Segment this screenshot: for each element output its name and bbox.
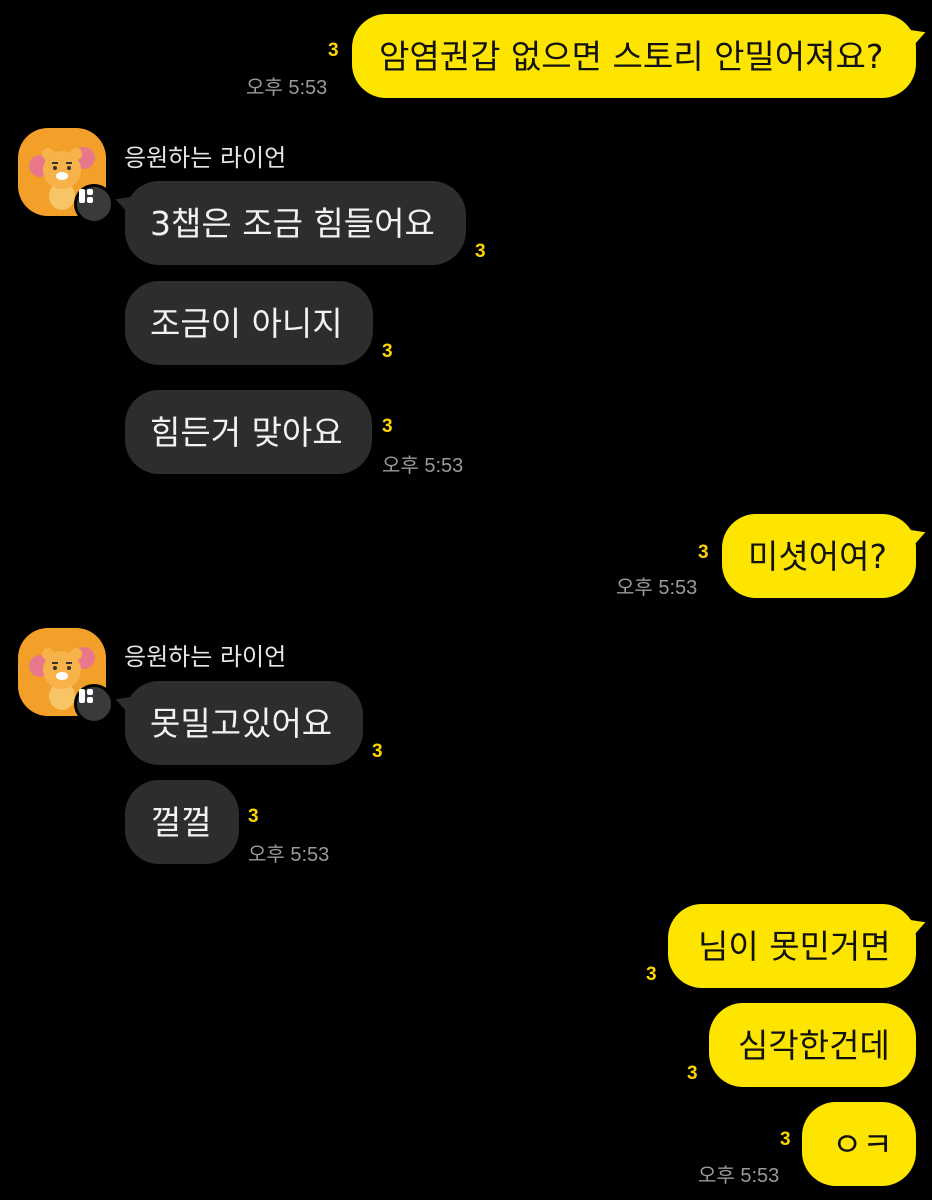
message-text: 힘든거 맞아요 [150,412,343,452]
their-message-bubble[interactable]: 못밀고있어요 [125,681,363,765]
unread-count: 3 [382,341,393,362]
message-text: 못밀고있어요 [150,703,333,743]
message-time: 오후 5:53 [248,844,330,866]
unread-count: 3 [328,40,339,61]
message-time: 오후 5:53 [698,1165,780,1187]
sender-avatar[interactable] [18,128,114,224]
unread-count: 3 [382,416,393,437]
their-message-bubble[interactable]: 조금이 아니지 [125,281,373,365]
message-text: 미셧어여? [748,536,887,576]
unread-count: 3 [646,964,657,985]
chat-badge-icon [74,684,114,724]
message-text: 님이 못민거면 [698,926,891,966]
message-text: 심각한건데 [738,1025,890,1065]
message-time: 오후 5:53 [382,455,464,477]
their-message-bubble[interactable]: 3챕은 조금 힘들어요 [125,181,466,265]
my-message-bubble[interactable]: 님이 못민거면 [668,904,916,988]
my-message-bubble[interactable]: 암염권갑 없으면 스토리 안밀어져요? [352,14,916,98]
sender-name: 응원하는 라이언 [124,643,287,671]
unread-count: 3 [248,806,259,827]
unread-count: 3 [780,1129,791,1150]
sender-avatar[interactable] [18,628,114,724]
unread-count: 3 [475,241,486,262]
unread-count: 3 [687,1063,698,1084]
unread-count: 3 [698,542,709,563]
sender-name: 응원하는 라이언 [124,144,287,172]
their-message-bubble[interactable]: 힘든거 맞아요 [125,390,372,474]
my-message-bubble[interactable]: 미셧어여? [722,514,916,598]
their-message-bubble[interactable]: 껄껄 [125,780,239,864]
message-text: 3챕은 조금 힘들어요 [150,203,435,243]
message-text: 껄껄 [151,802,212,842]
unread-count: 3 [372,741,383,762]
message-time: 오후 5:53 [616,577,698,599]
message-time: 오후 5:53 [246,77,328,99]
my-message-bubble[interactable]: 심각한건데 [709,1003,916,1087]
my-message-bubble[interactable]: ㅇㅋ [802,1102,916,1186]
message-text: 암염권갑 없으면 스토리 안밀어져요? [379,36,884,76]
chat-badge-icon [74,184,114,224]
message-text: ㅇㅋ [832,1124,893,1164]
message-text: 조금이 아니지 [150,303,343,343]
